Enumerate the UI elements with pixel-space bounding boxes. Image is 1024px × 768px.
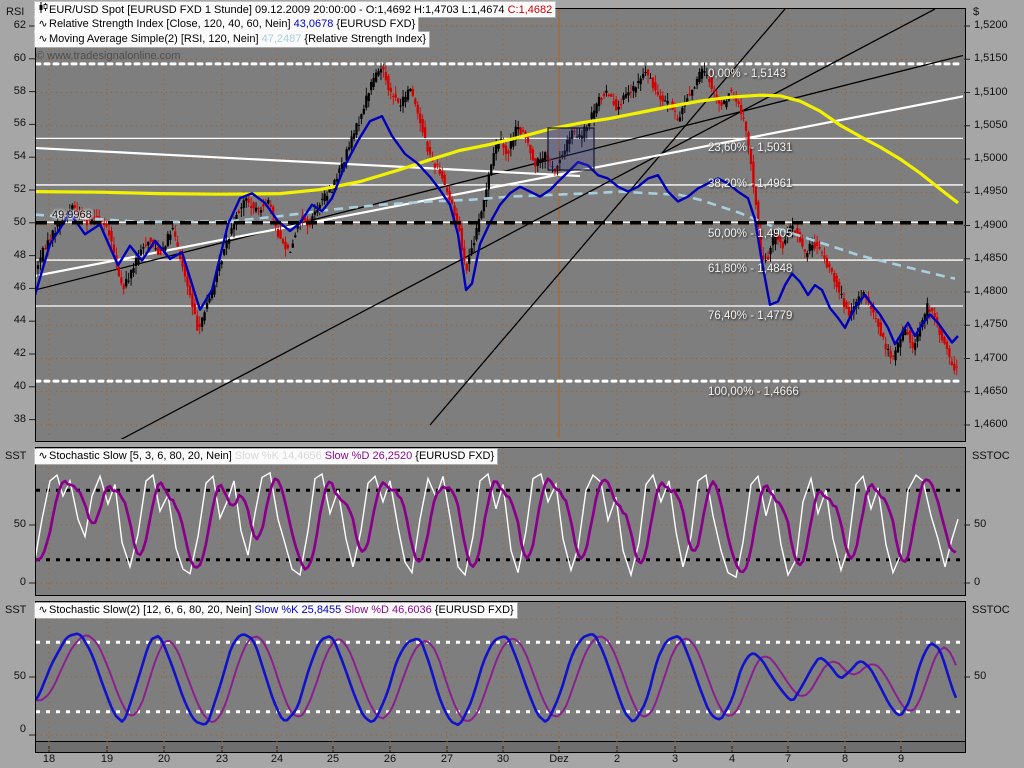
trendline-white (36, 95, 963, 277)
stoch2-d-line (36, 634, 957, 724)
stoch1-k-value: Slow %K 14,4656 (234, 450, 325, 462)
ma-legend-suffix: {Relative Strength Index} (301, 33, 427, 45)
copyright-watermark: © www.tradesignalonline.com (36, 50, 181, 62)
stoch2-d-value: Slow %D 46,6036 (344, 604, 435, 616)
trendline-black (429, 9, 786, 426)
wave-icon: ∿ (38, 450, 48, 462)
legend-ma-indicator[interactable]: ∿Moving Average Simple(2) [RSI, 120, Nei… (35, 32, 430, 47)
candlestick-icon (37, 2, 49, 17)
chart-application: RSI $ SST SSTOC SST SSTOC 0,00% - 1,5143… (0, 0, 1024, 768)
legend-stochastic2[interactable]: ∿Stochastic Slow(2) [12, 6, 6, 80, 20, N… (35, 603, 517, 618)
rsi-legend-text: Relative Strength Index [Close, 120, 40,… (49, 18, 294, 30)
stoch1-legend-suffix: {EURUSD FXD} (415, 450, 495, 462)
ma-legend-text: Moving Average Simple(2) [RSI, 120, Nein… (49, 33, 262, 45)
symbol-legend-text: EUR/USD Spot [EURUSD FXD 1 Stunde] 09.12… (49, 4, 508, 16)
stoch1-d-value: Slow %D 26,2520 (324, 450, 416, 462)
stoch2-legend-text: Stochastic Slow(2) [12, 6, 6, 80, 20, Ne… (49, 604, 255, 616)
rsi-legend-suffix: {EURUSD FXD} (333, 18, 416, 30)
wave-icon: ∿ (38, 18, 48, 30)
stoch2-legend-suffix: {EURUSD FXD} (434, 604, 514, 616)
chart-canvas[interactable] (0, 0, 1024, 768)
close-value: C:1,4682 (507, 4, 553, 16)
trendline-white (36, 146, 581, 178)
stoch2-k-value: Slow %K 25,8455 (254, 604, 345, 616)
legend-stochastic1[interactable]: ∿Stochastic Slow [5, 3, 6, 80, 20, Nein]… (35, 449, 498, 464)
legend-symbol[interactable]: EUR/USD Spot [EURUSD FXD 1 Stunde] 09.12… (35, 2, 556, 17)
stoch1-legend-text: Stochastic Slow [5, 3, 6, 80, 20, Nein] (49, 450, 235, 462)
rsi-value: 43,0678 (293, 18, 334, 30)
selection-rectangle (547, 127, 595, 171)
ma-value: 47,2487 (261, 33, 302, 45)
wave-icon: ∿ (38, 604, 48, 616)
wave-icon: ∿ (38, 33, 48, 45)
ma-pale-dashed-line (36, 190, 956, 280)
legend-rsi-indicator[interactable]: ∿Relative Strength Index [Close, 120, 40… (35, 17, 419, 32)
